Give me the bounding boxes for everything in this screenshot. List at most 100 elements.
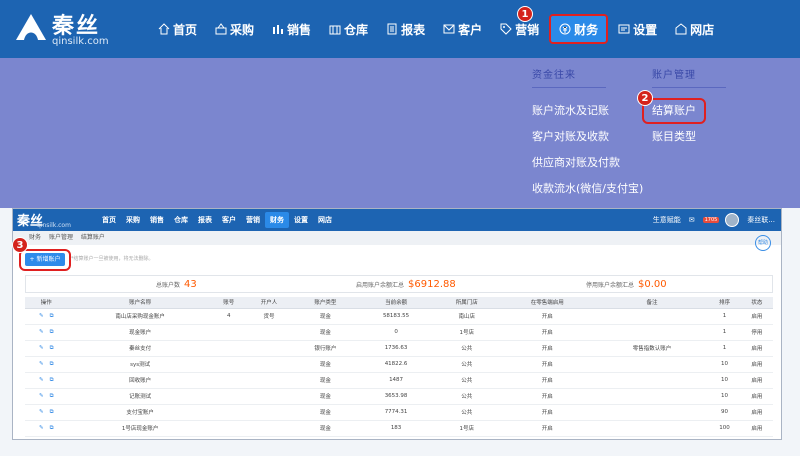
edit-icon[interactable]: ✎ xyxy=(39,361,44,367)
table-cell: 1号店现金账户 xyxy=(67,420,213,437)
nav-settings[interactable]: 设置 xyxy=(610,14,665,44)
business-enable-link[interactable]: 生意赋能 xyxy=(653,215,681,225)
table-row[interactable]: ✎ ⧉ 回收账户 现金 1487 公共 开启 10 启用 xyxy=(25,372,773,389)
sales-icon xyxy=(273,25,284,34)
table-row[interactable]: ✎ ⧉ 秦丝支付 银行账户 1736.63 公共 开启 零售指数认账户 1 启用 xyxy=(25,340,773,357)
nav-report-label: 报表 xyxy=(401,22,426,37)
mini-nav-settings[interactable]: 设置 xyxy=(289,212,313,228)
copy-icon[interactable]: ⧉ xyxy=(50,313,54,319)
table-cell: 停用 xyxy=(740,324,773,341)
table-row[interactable]: ✎ ⧉ 现金账户 现金 0 1号店 开启 1 停用 xyxy=(25,324,773,341)
table-cell xyxy=(595,404,709,421)
table-cell: 开启 xyxy=(498,324,596,341)
col-name[interactable]: 账户名称 xyxy=(67,297,213,309)
edit-icon[interactable]: ✎ xyxy=(39,313,44,319)
breadcrumb-item[interactable]: 账户管理 xyxy=(49,234,73,241)
nav-settings-label: 设置 xyxy=(633,22,658,37)
table-row[interactable]: ✎ ⧉ sys测试 现金 41822.6 公共 开启 10 启用 xyxy=(25,356,773,373)
table-cell: 现金 xyxy=(293,324,358,341)
edit-icon[interactable]: ✎ xyxy=(39,329,44,335)
copy-icon[interactable]: ⧉ xyxy=(50,425,54,431)
account-summary: 总账户数 43 启用账户余额汇总 $6912.88 停用账户余额汇总 $0.00 xyxy=(25,275,773,293)
mini-nav-marketing[interactable]: 营销 xyxy=(241,212,265,228)
copy-icon[interactable]: ⧉ xyxy=(50,409,54,415)
help-button[interactable]: 帮助 xyxy=(755,235,771,251)
breadcrumb-item[interactable]: 财务 xyxy=(29,234,41,241)
edit-icon[interactable]: ✎ xyxy=(39,425,44,431)
link-account-flow[interactable]: 账户流水及记账 xyxy=(532,98,643,124)
col-number[interactable]: 账号 xyxy=(212,297,245,309)
col-note[interactable]: 备注 xyxy=(595,297,709,309)
table-cell: 开启 xyxy=(498,404,596,421)
mini-nav-home[interactable]: 首页 xyxy=(97,212,121,228)
nav-finance[interactable]: 财务 xyxy=(549,14,609,44)
row-actions[interactable]: ✎ ⧉ xyxy=(25,372,68,389)
nav-report[interactable]: 报表 xyxy=(378,14,433,44)
table-row[interactable]: ✎ ⧉ 支付宝账户 现金 7774.31 公共 开启 90 启用 xyxy=(25,404,773,421)
link-supplier-reconcile[interactable]: 供应商对账及付款 xyxy=(532,150,643,176)
row-actions[interactable]: ✎ ⧉ xyxy=(25,340,68,357)
nav-purchase[interactable]: 采购 xyxy=(207,14,262,44)
row-actions[interactable]: ✎ ⧉ xyxy=(25,420,68,437)
col-holder[interactable]: 开户人 xyxy=(244,297,294,309)
row-actions[interactable]: ✎ ⧉ xyxy=(25,404,68,421)
logo[interactable]: 秦丝 qinsilk.com xyxy=(12,6,112,50)
main-nav: 首页 采购 销售 仓库 报表 客户 营销 财务 设置 网店 xyxy=(150,14,724,44)
nav-purchase-label: 采购 xyxy=(230,22,255,37)
table-cell: 1 xyxy=(708,340,741,357)
notice-icon[interactable]: ✉ xyxy=(689,216,695,224)
mini-nav-sales[interactable]: 销售 xyxy=(145,212,169,228)
col-sort[interactable]: 排序 xyxy=(708,297,741,309)
edit-icon[interactable]: ✎ xyxy=(39,409,44,415)
copy-icon[interactable]: ⧉ xyxy=(50,377,54,383)
disabled-balance: 停用账户余额汇总 $0.00 xyxy=(586,279,667,290)
table-cell: 南山店 xyxy=(434,308,499,325)
edit-icon[interactable]: ✎ xyxy=(39,393,44,399)
table-cell: 现金 xyxy=(293,388,358,405)
col-type[interactable]: 账户类型 xyxy=(293,297,358,309)
table-cell: 1487 xyxy=(357,372,435,389)
mini-nav-warehouse[interactable]: 仓库 xyxy=(169,212,193,228)
copy-icon[interactable]: ⧉ xyxy=(50,345,54,351)
col-store[interactable]: 所属门店 xyxy=(434,297,499,309)
edit-icon[interactable]: ✎ xyxy=(39,377,44,383)
copy-icon[interactable]: ⧉ xyxy=(50,329,54,335)
nav-warehouse[interactable]: 仓库 xyxy=(321,14,376,44)
row-actions[interactable]: ✎ ⧉ xyxy=(25,324,68,341)
table-row[interactable]: ✎ ⧉ 1号店现金账户 现金 183 1号店 开启 100 启用 xyxy=(25,420,773,437)
mini-nav-report[interactable]: 报表 xyxy=(193,212,217,228)
edit-icon[interactable]: ✎ xyxy=(39,345,44,351)
nav-home[interactable]: 首页 xyxy=(150,14,205,44)
link-payment-flow[interactable]: 收款流水(微信/支付宝) xyxy=(532,176,643,202)
row-actions[interactable]: ✎ ⧉ xyxy=(25,308,68,325)
brand-domain: qinsilk.com xyxy=(52,36,109,47)
total-accounts-value: 43 xyxy=(184,279,197,290)
copy-icon[interactable]: ⧉ xyxy=(50,393,54,399)
mini-nav-finance[interactable]: 财务 xyxy=(265,212,289,228)
copy-icon[interactable]: ⧉ xyxy=(50,361,54,367)
table-cell: 现金 xyxy=(293,420,358,437)
dropdown-col-funds: 资金往来 账户流水及记账 客户对账及收款 供应商对账及付款 收款流水(微信/支付… xyxy=(532,66,643,202)
link-account-types[interactable]: 账目类型 xyxy=(652,124,726,150)
link-customer-reconcile[interactable]: 客户对账及收款 xyxy=(532,124,643,150)
nav-sales[interactable]: 销售 xyxy=(264,14,319,44)
nav-shop[interactable]: 网店 xyxy=(667,14,722,44)
table-cell: 1736.63 xyxy=(357,340,435,357)
nav-customer[interactable]: 客户 xyxy=(435,14,490,44)
table-row[interactable]: ✎ ⧉ 南山店采购现金账户 4 货号 现金 58183.55 南山店 开启 1 启用 xyxy=(25,308,773,325)
row-actions[interactable]: ✎ ⧉ xyxy=(25,388,68,405)
mini-nav-purchase[interactable]: 采购 xyxy=(121,212,145,228)
mini-nav-shop[interactable]: 网店 xyxy=(313,212,337,228)
table-row[interactable]: ✎ ⧉ 记账测试 现金 3653.98 公共 开启 10 启用 xyxy=(25,388,773,405)
user-name[interactable]: 秦丝联... xyxy=(747,215,775,225)
col-balance[interactable]: 当前余额 xyxy=(357,297,435,309)
dropdown-col-accounts-title: 账户管理 xyxy=(652,66,726,88)
table-cell: 100 xyxy=(708,420,741,437)
mini-nav-customer[interactable]: 客户 xyxy=(217,212,241,228)
col-status[interactable]: 状态 xyxy=(740,297,773,309)
avatar[interactable] xyxy=(725,213,740,227)
row-actions[interactable]: ✎ ⧉ xyxy=(25,356,68,373)
col-retail[interactable]: 在零售端启用 xyxy=(498,297,596,309)
mail-icon xyxy=(443,24,455,34)
enabled-balance-value: $6912.88 xyxy=(408,279,456,290)
